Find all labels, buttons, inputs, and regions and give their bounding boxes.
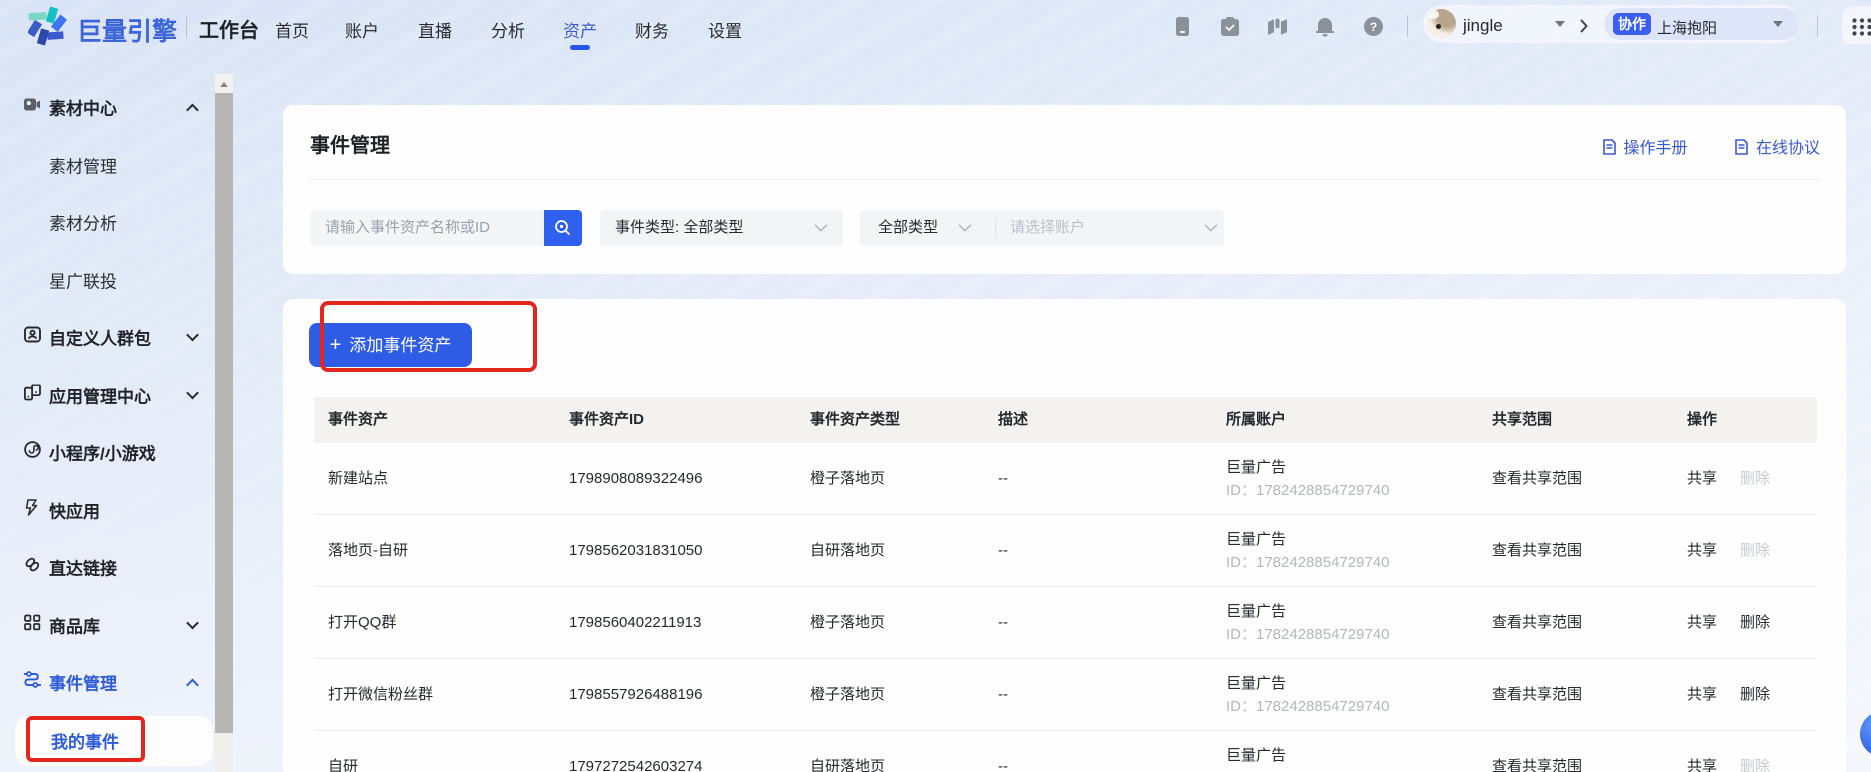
svg-text:?: ? — [1370, 20, 1377, 34]
